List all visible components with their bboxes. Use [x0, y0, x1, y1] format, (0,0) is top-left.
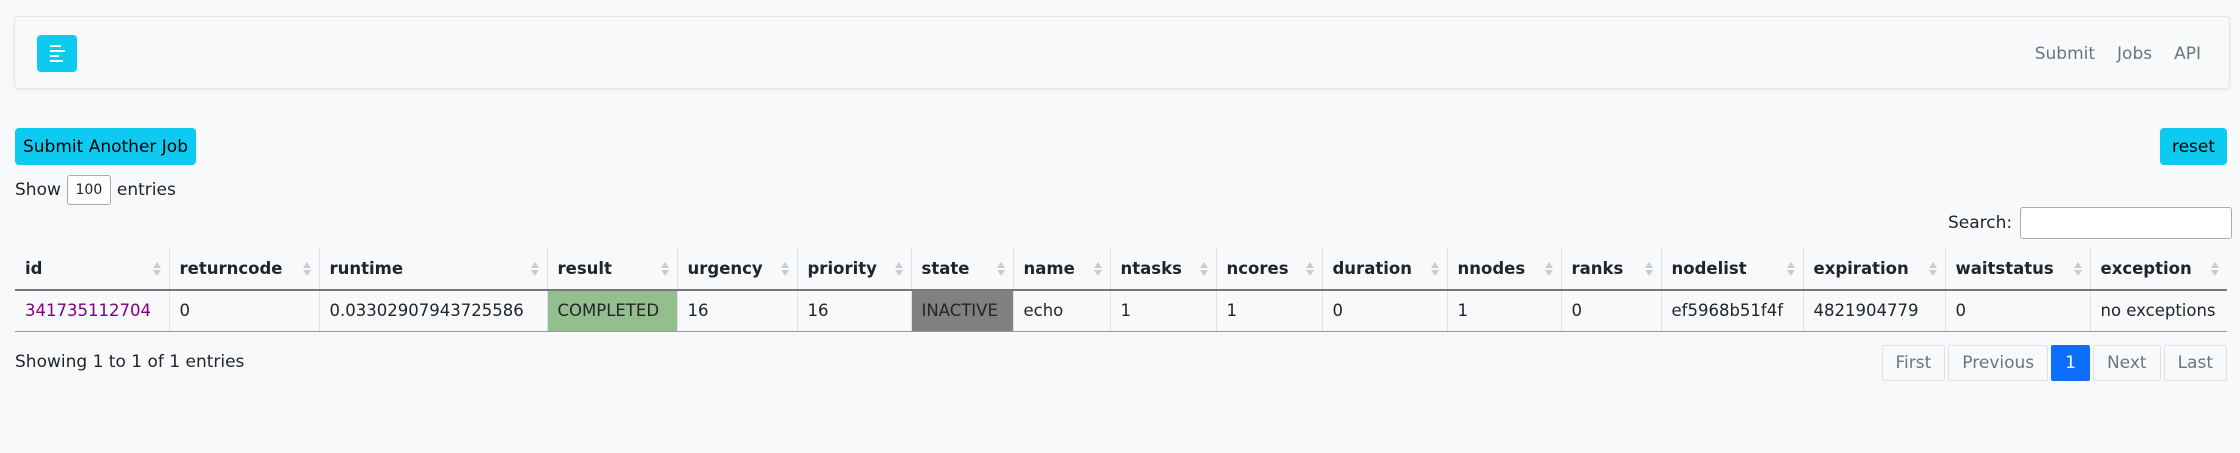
- column-header-label: state: [921, 259, 970, 278]
- sort-icon: [1305, 261, 1314, 277]
- sort-icon: [660, 261, 669, 277]
- column-header-ntasks[interactable]: ntasks: [1109, 248, 1216, 291]
- entries-per-page-select[interactable]: 100: [66, 175, 111, 205]
- sort-icon: [2073, 261, 2082, 277]
- column-header-result[interactable]: result: [546, 248, 677, 291]
- column-header-exception[interactable]: exception: [2089, 248, 2227, 291]
- cell-runtime: 0.03302907943725586: [318, 290, 547, 332]
- column-header-name[interactable]: name: [1012, 248, 1110, 291]
- jobs-table: id returncode runtime result urgency priority…: [15, 248, 2227, 332]
- column-header-expiration[interactable]: expiration: [1802, 248, 1945, 291]
- column-header-nnodes[interactable]: nnodes: [1446, 248, 1561, 291]
- column-header-label: priority: [807, 259, 877, 278]
- menu-icon: [49, 42, 65, 65]
- cell-priority: 16: [796, 290, 911, 332]
- cell-duration: 0: [1321, 290, 1447, 332]
- length-menu: Show 100 entries: [15, 175, 176, 205]
- navbar: Submit Jobs API: [14, 16, 2230, 89]
- sort-icon: [1786, 261, 1795, 277]
- column-header-label: nnodes: [1457, 259, 1526, 278]
- column-header-ncores[interactable]: ncores: [1215, 248, 1322, 291]
- sort-icon: [1430, 261, 1439, 277]
- sort-icon: [2211, 261, 2219, 277]
- nav-link-submit[interactable]: Submit: [2035, 44, 2095, 64]
- search-box: Search:: [1948, 207, 2233, 239]
- column-header-label: exception: [2100, 259, 2192, 278]
- table-body: 341735112704 0 0.03302907943725586 COMPLETE…: [15, 290, 2227, 332]
- cell-waitstatus: 0: [1944, 290, 2090, 332]
- submit-another-job-button[interactable]: Submit Another Job: [15, 128, 196, 165]
- column-header-id[interactable]: id: [15, 248, 169, 291]
- column-header-duration[interactable]: duration: [1321, 248, 1447, 291]
- column-header-label: returncode: [179, 259, 283, 278]
- column-header-label: nodelist: [1671, 259, 1747, 278]
- cell-state: INACTIVE: [910, 290, 1013, 332]
- column-header-label: duration: [1332, 259, 1412, 278]
- cell-returncode: 0: [168, 290, 319, 332]
- sort-icon: [1199, 261, 1208, 277]
- column-header-label: waitstatus: [1955, 259, 2054, 278]
- column-header-label: id: [25, 259, 43, 278]
- page-last-button[interactable]: Last: [2163, 345, 2227, 381]
- entries-per-page-value: 100: [75, 182, 103, 198]
- table-info: Showing 1 to 1 of 1 entries: [15, 352, 245, 372]
- column-header-waitstatus[interactable]: waitstatus: [1944, 248, 2090, 291]
- pagination: First Previous 1 Next Last: [1881, 345, 2227, 381]
- sort-icon: [1544, 261, 1553, 277]
- column-header-label: ntasks: [1120, 259, 1182, 278]
- cell-result: COMPLETED: [546, 290, 677, 332]
- nav-link-jobs[interactable]: Jobs: [2117, 44, 2152, 64]
- sort-icon: [780, 261, 789, 277]
- page-current-button[interactable]: 1: [2051, 345, 2090, 381]
- search-label: Search:: [1948, 213, 2013, 233]
- cell-ntasks: 1: [1109, 290, 1216, 332]
- length-menu-prefix: Show: [15, 180, 61, 200]
- length-menu-suffix: entries: [116, 180, 176, 200]
- sort-icon: [1093, 261, 1102, 277]
- sort-icon: [894, 261, 903, 277]
- cell-name: echo: [1012, 290, 1110, 332]
- nav-links: Submit Jobs API: [2035, 17, 2201, 90]
- table-header-row: id returncode runtime result urgency priority…: [15, 248, 2227, 291]
- column-header-nodelist[interactable]: nodelist: [1660, 248, 1803, 291]
- table-row: 341735112704 0 0.03302907943725586 COMPLETE…: [15, 290, 2227, 332]
- column-header-label: runtime: [329, 259, 404, 278]
- column-header-label: expiration: [1813, 259, 1909, 278]
- cell-id: 341735112704: [15, 290, 169, 332]
- sort-icon: [302, 261, 311, 277]
- column-header-ranks[interactable]: ranks: [1560, 248, 1661, 291]
- column-header-label: name: [1023, 259, 1075, 278]
- menu-toggle-button[interactable]: [37, 35, 77, 72]
- column-header-label: urgency: [687, 259, 763, 278]
- reset-button[interactable]: reset: [2160, 128, 2227, 165]
- page-previous-button[interactable]: Previous: [1948, 345, 2049, 381]
- cell-nnodes: 1: [1446, 290, 1561, 332]
- column-header-urgency[interactable]: urgency: [676, 248, 797, 291]
- cell-expiration: 4821904779: [1802, 290, 1945, 332]
- column-header-runtime[interactable]: runtime: [318, 248, 547, 291]
- nav-link-api[interactable]: API: [2174, 44, 2201, 64]
- column-header-label: result: [557, 259, 612, 278]
- column-header-priority[interactable]: priority: [796, 248, 911, 291]
- cell-nodelist: ef5968b51f4f: [1660, 290, 1803, 332]
- page-next-button[interactable]: Next: [2092, 345, 2161, 381]
- column-header-state[interactable]: state: [910, 248, 1013, 291]
- cell-exception: no exceptions: [2089, 290, 2227, 332]
- job-id-link[interactable]: 341735112704: [25, 301, 151, 320]
- sort-icon: [530, 261, 539, 277]
- cell-ncores: 1: [1215, 290, 1322, 332]
- page-first-button[interactable]: First: [1881, 345, 1946, 381]
- column-header-label: ncores: [1226, 259, 1289, 278]
- column-header-label: ranks: [1571, 259, 1624, 278]
- cell-ranks: 0: [1560, 290, 1661, 332]
- sort-icon: [1928, 261, 1937, 277]
- sort-icon: [996, 261, 1005, 277]
- search-input[interactable]: [2020, 207, 2233, 239]
- sort-icon: [1644, 261, 1653, 277]
- cell-urgency: 16: [676, 290, 797, 332]
- sort-icon: [152, 261, 161, 277]
- column-header-returncode[interactable]: returncode: [168, 248, 319, 291]
